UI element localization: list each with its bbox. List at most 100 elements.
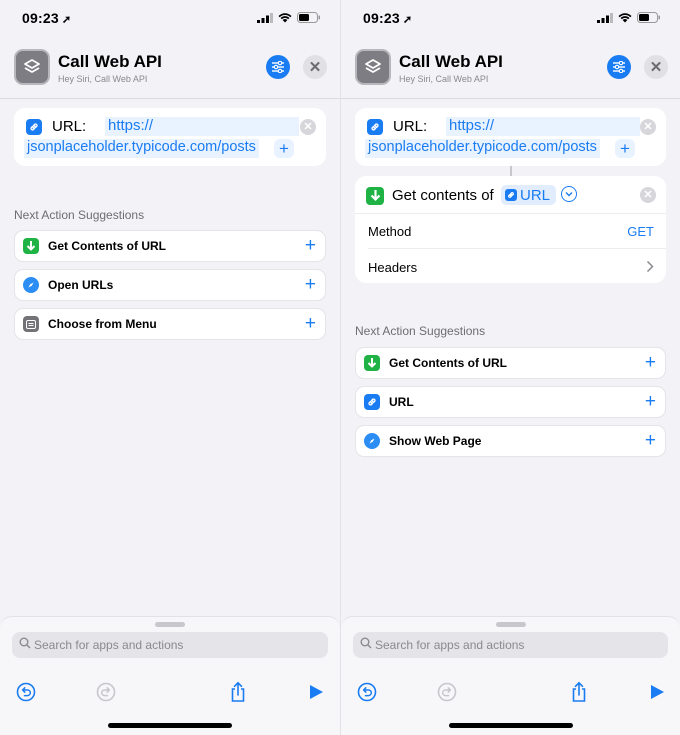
url-field-line2[interactable]: jsonplaceholder.typicode.com/posts (24, 139, 259, 158)
undo-icon (357, 682, 377, 702)
get-contents-label: Get contents of (392, 187, 494, 204)
suggestion-label: Show Web Page (389, 434, 482, 448)
search-placeholder: Search for apps and actions (34, 638, 184, 652)
shortcut-title[interactable]: Call Web API (58, 52, 162, 72)
url-action-card[interactable]: URL: https:// jsonplaceholder.typicode.c… (355, 108, 666, 166)
expand-button[interactable] (561, 186, 577, 202)
suggestion-url[interactable]: URL + (355, 386, 666, 418)
url-field-line1[interactable]: https:// (105, 117, 299, 136)
insert-variable-button[interactable]: + (615, 139, 635, 158)
search-icon (360, 637, 372, 649)
status-time: 09:23 ➚ (22, 10, 71, 26)
bottom-sheet: Search for apps and actions (0, 616, 340, 735)
time-text: 09:23 (22, 10, 59, 26)
url-field-line1[interactable]: https:// (446, 117, 640, 136)
sliders-icon (613, 61, 625, 73)
battery-icon (637, 12, 660, 23)
shortcut-header: Call Web API Hey Siri, Call Web API ✕ (341, 36, 680, 99)
wifi-icon (278, 12, 292, 22)
undo-button[interactable] (15, 681, 37, 703)
link-icon (26, 119, 42, 135)
screens: 09:23 ➚ Call Web API Hey Siri, Call Web A… (0, 0, 680, 735)
close-icon: ✕ (303, 121, 313, 133)
url-action-card[interactable]: URL: https:// jsonplaceholder.typicode.c… (14, 108, 326, 166)
link-icon (505, 189, 517, 201)
suggestion-choose-from-menu[interactable]: Choose from Menu + (14, 308, 326, 340)
undo-button[interactable] (356, 681, 378, 703)
signal-icon (257, 12, 273, 23)
url-label: URL: (393, 118, 428, 135)
undo-icon (16, 682, 36, 702)
search-icon (19, 637, 31, 649)
method-label: Method (368, 224, 412, 239)
search-field[interactable]: Search for apps and actions (353, 632, 668, 658)
signal-icon (597, 12, 613, 23)
add-icon[interactable]: + (305, 235, 316, 257)
status-bar: 09:23 ➚ (0, 0, 340, 36)
time-text: 09:23 (363, 10, 400, 26)
status-icons (597, 12, 660, 23)
headers-label[interactable]: Headers (368, 260, 417, 275)
shortcut-title[interactable]: Call Web API (399, 52, 503, 72)
remove-action-button[interactable]: ✕ (640, 187, 656, 203)
close-button[interactable]: ✕ (303, 55, 327, 79)
redo-button[interactable] (436, 681, 458, 703)
status-time: 09:23 ➚ (363, 10, 412, 26)
suggestion-show-web-page[interactable]: Show Web Page + (355, 425, 666, 457)
method-value[interactable]: GET (627, 224, 654, 239)
close-icon: ✕ (643, 121, 653, 133)
location-icon: ➚ (61, 14, 72, 26)
editor-toolbar (341, 677, 680, 711)
search-placeholder: Search for apps and actions (375, 638, 525, 652)
suggestion-get-contents[interactable]: Get Contents of URL + (14, 230, 326, 262)
add-icon[interactable]: + (645, 430, 656, 452)
shortcut-icon[interactable] (14, 49, 50, 85)
add-icon[interactable]: + (305, 313, 316, 335)
add-icon[interactable]: + (305, 274, 316, 296)
url-field-line2[interactable]: jsonplaceholder.typicode.com/posts (365, 139, 600, 158)
insert-variable-button[interactable]: + (274, 139, 294, 158)
suggestions-title: Next Action Suggestions (355, 324, 486, 338)
menu-icon (23, 316, 39, 332)
download-icon (23, 238, 39, 254)
share-button[interactable] (568, 681, 590, 703)
shortcut-subtitle: Hey Siri, Call Web API (58, 74, 148, 84)
right-screen: 09:23 ➚ Call Web API Hey Siri, Call Web A… (340, 0, 680, 735)
get-contents-action-card[interactable]: Get contents of URL ✕ Method GET Headers (355, 176, 666, 283)
share-button[interactable] (227, 681, 249, 703)
remove-action-button[interactable]: ✕ (300, 119, 316, 135)
remove-action-button[interactable]: ✕ (640, 119, 656, 135)
shortcut-icon[interactable] (355, 49, 391, 85)
link-icon (367, 119, 383, 135)
suggestion-label: Get Contents of URL (389, 356, 507, 370)
chevron-right-icon[interactable] (646, 260, 654, 278)
sheet-grabber[interactable] (496, 622, 526, 627)
safari-icon (23, 277, 39, 293)
redo-button[interactable] (95, 681, 117, 703)
chevron-down-icon (565, 192, 573, 197)
add-icon[interactable]: + (645, 391, 656, 413)
suggestion-open-urls[interactable]: Open URLs + (14, 269, 326, 301)
run-button[interactable] (646, 681, 668, 703)
run-button[interactable] (305, 681, 327, 703)
settings-button[interactable] (607, 55, 631, 79)
url-variable-token[interactable]: URL (501, 185, 557, 205)
play-icon (310, 685, 323, 699)
play-icon (651, 685, 664, 699)
sheet-grabber[interactable] (155, 622, 185, 627)
suggestion-label: Open URLs (48, 278, 114, 292)
shortcut-subtitle: Hey Siri, Call Web API (399, 74, 489, 84)
search-field[interactable]: Search for apps and actions (12, 632, 328, 658)
redo-icon (96, 682, 116, 702)
close-icon: ✕ (649, 59, 663, 76)
share-icon (572, 681, 586, 702)
add-icon[interactable]: + (645, 352, 656, 374)
close-button[interactable]: ✕ (644, 55, 668, 79)
suggestion-get-contents[interactable]: Get Contents of URL + (355, 347, 666, 379)
settings-button[interactable] (266, 55, 290, 79)
sliders-icon (272, 61, 284, 73)
action-connector (510, 166, 512, 176)
close-icon: ✕ (308, 59, 322, 76)
status-bar: 09:23 ➚ (341, 0, 680, 36)
shortcut-header: Call Web API Hey Siri, Call Web API ✕ (0, 36, 340, 99)
